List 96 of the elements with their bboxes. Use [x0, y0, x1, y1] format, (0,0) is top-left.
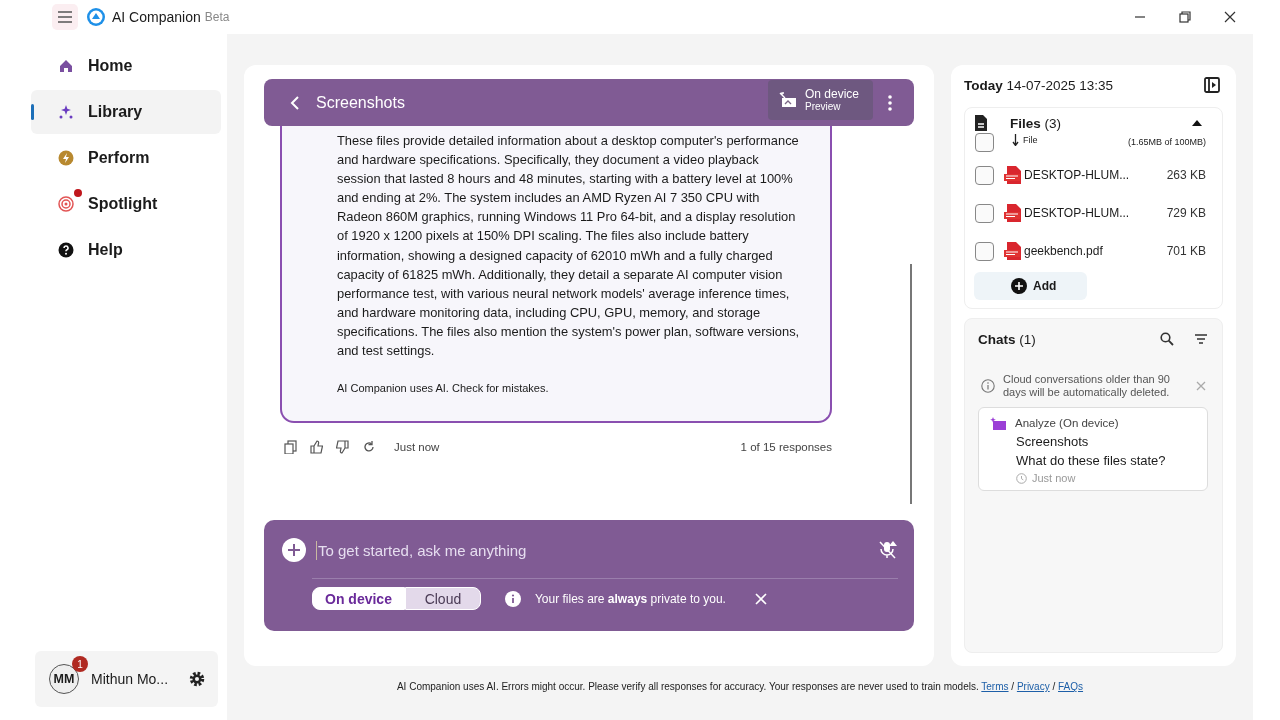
file-size: 729 KB: [1166, 206, 1206, 220]
notification-badge: 1: [72, 656, 88, 672]
help-icon: [58, 242, 74, 258]
app-logo-icon: [86, 7, 106, 27]
chats-title: Chats (1): [978, 331, 1037, 347]
date-time: Today 14-07-2025 13:35: [964, 77, 1114, 93]
attach-button[interactable]: [282, 538, 306, 562]
footer-link[interactable]: Privacy: [1016, 681, 1050, 692]
file-size: 263 KB: [1166, 168, 1206, 182]
document-icon: [975, 115, 987, 131]
add-button[interactable]: Add: [974, 272, 1087, 300]
user-name: Mithun Mo...: [91, 671, 170, 687]
pdf-file-icon: [1004, 204, 1022, 222]
device-icon: [778, 91, 797, 108]
restore-icon: [1177, 10, 1192, 24]
prompt-field[interactable]: To get started, ask me anything: [316, 540, 868, 560]
menu-button[interactable]: [52, 4, 78, 30]
file-size: 701 KB: [1166, 244, 1206, 258]
mode-toggle[interactable]: On device: [312, 587, 405, 610]
panel-toggle-button[interactable]: [1204, 77, 1220, 93]
menu-icon: [57, 11, 73, 23]
sort-arrow-icon: [1012, 134, 1019, 146]
nav-item[interactable]: Spotlight: [31, 182, 221, 226]
response-text: These files provide detailed information about a desktop computer's performance and hardware specifications. Specifically, they document a video playback session that lasted 8 hours and 48 minutes, starting with a battery level at 100% and ending at 2%. The system includes an AMD Ryzen AI 7 350 CPU with Radeon 860M graphics, running Windows 11 Pro 64-bit, and a display resolution of 1920 x 1200 pixels at 150% DPI scaling. The files also include battery information, showing a designed capacity of 62010 mWh and a fully charged capacity of 61825 mWh. Additionally, they detail a separate AI computer vision performance test, with various neural network models' average inference times, and hardware monitoring data, including CPU, GPU, memory, and storage specifications. The files also mention the system's power plan, software versions, and test settings.: [337, 132, 801, 361]
file-name[interactable]: geekbench.pdf: [1024, 244, 1157, 258]
close-icon: [1222, 10, 1237, 24]
filter-icon: [1194, 333, 1208, 345]
analyze-icon: [990, 416, 1006, 430]
chat-time: Just now: [1032, 472, 1076, 484]
mode-toggle[interactable]: Cloud: [404, 587, 481, 610]
microphone-off-icon: [878, 540, 898, 560]
thumbs-down-icon: [336, 440, 349, 454]
search-button[interactable]: [1160, 332, 1174, 346]
pdf-file-icon: [1004, 242, 1022, 260]
caret-up-icon: [1192, 120, 1202, 126]
library-icon: [58, 104, 74, 120]
sidebar-icon: [1204, 77, 1220, 93]
nav-item[interactable]: Library: [31, 90, 221, 134]
home-icon: [58, 58, 74, 74]
search-icon: [1160, 332, 1174, 346]
plus-icon: [282, 538, 306, 562]
retention-notice: Cloud conversations older than 90 days will be automatically deleted.: [1003, 373, 1171, 399]
back-icon: [290, 94, 300, 111]
file-name[interactable]: DESKTOP-HLUM...: [1024, 206, 1157, 220]
more-button[interactable]: [888, 94, 892, 111]
response-time: Just now: [394, 441, 441, 453]
footer-link[interactable]: Terms: [981, 681, 1009, 692]
clock-icon: [1016, 472, 1027, 484]
thumbs-up-icon: [310, 440, 323, 454]
select-all-checkbox[interactable]: [975, 132, 994, 152]
beta-label: Beta: [204, 10, 230, 24]
filter-button[interactable]: [1194, 333, 1208, 345]
copy-icon: [284, 440, 297, 454]
selection-indicator: [31, 104, 34, 120]
close-icon: [754, 592, 767, 605]
chat-title: Screenshots: [316, 93, 406, 112]
thumbs-up-button[interactable]: [308, 438, 325, 456]
spotlight-icon: [58, 196, 74, 212]
storage-usage: (1.65MB of 100MB): [1127, 137, 1206, 147]
settings-icon: [188, 670, 206, 688]
mode-sublabel: Preview: [804, 101, 842, 112]
nav-item[interactable]: Help: [31, 228, 221, 272]
chat-type: Analyze (On device): [1015, 417, 1119, 429]
info-icon: [981, 379, 995, 393]
nav-item[interactable]: Perform: [31, 136, 221, 180]
plus-icon: [1011, 278, 1027, 294]
chat-question: What do these files state?: [1015, 453, 1167, 468]
copy-button[interactable]: [282, 438, 299, 456]
collapse-button[interactable]: [1192, 120, 1202, 126]
nav-item[interactable]: Home: [31, 44, 221, 88]
close-icon: [1196, 381, 1206, 391]
thumbs-down-button[interactable]: [334, 438, 351, 456]
privacy-notice: Your files are always private to you.: [534, 591, 726, 606]
file-name[interactable]: DESKTOP-HLUM...: [1024, 168, 1157, 182]
info-icon: [504, 590, 521, 607]
scrollbar[interactable]: [910, 264, 912, 504]
file-checkbox[interactable]: [975, 165, 994, 185]
footer-disclaimer: AI Companion uses AI. Errors might occur. Please verify all responses for accuracy. Your responses are never used to train models. Terms / Privacy / FAQs: [395, 681, 1085, 692]
footer-link[interactable]: FAQs: [1058, 681, 1084, 692]
chat-history-item[interactable]: Analyze (On device) Screenshots What do these files state? Just now: [978, 407, 1208, 491]
response-count: 1 of 15 responses: [740, 441, 832, 453]
pdf-file-icon: [1004, 166, 1022, 184]
settings-button[interactable]: [188, 670, 206, 688]
perform-icon: [58, 150, 74, 166]
file-checkbox[interactable]: [975, 203, 994, 223]
more-icon: [888, 94, 892, 111]
files-title: Files (3): [1010, 115, 1062, 131]
refresh-icon: [362, 440, 375, 454]
sort-label[interactable]: File: [1023, 135, 1038, 145]
file-checkbox[interactable]: [975, 241, 994, 261]
microphone-button[interactable]: [878, 540, 898, 560]
app-title: AI Companion: [112, 9, 201, 25]
disclaimer-text: AI Companion uses AI. Check for mistakes.: [337, 382, 550, 395]
avatar[interactable]: MM: [49, 664, 79, 694]
mode-label: On device: [804, 87, 859, 101]
chat-name: Screenshots: [1015, 434, 1090, 449]
